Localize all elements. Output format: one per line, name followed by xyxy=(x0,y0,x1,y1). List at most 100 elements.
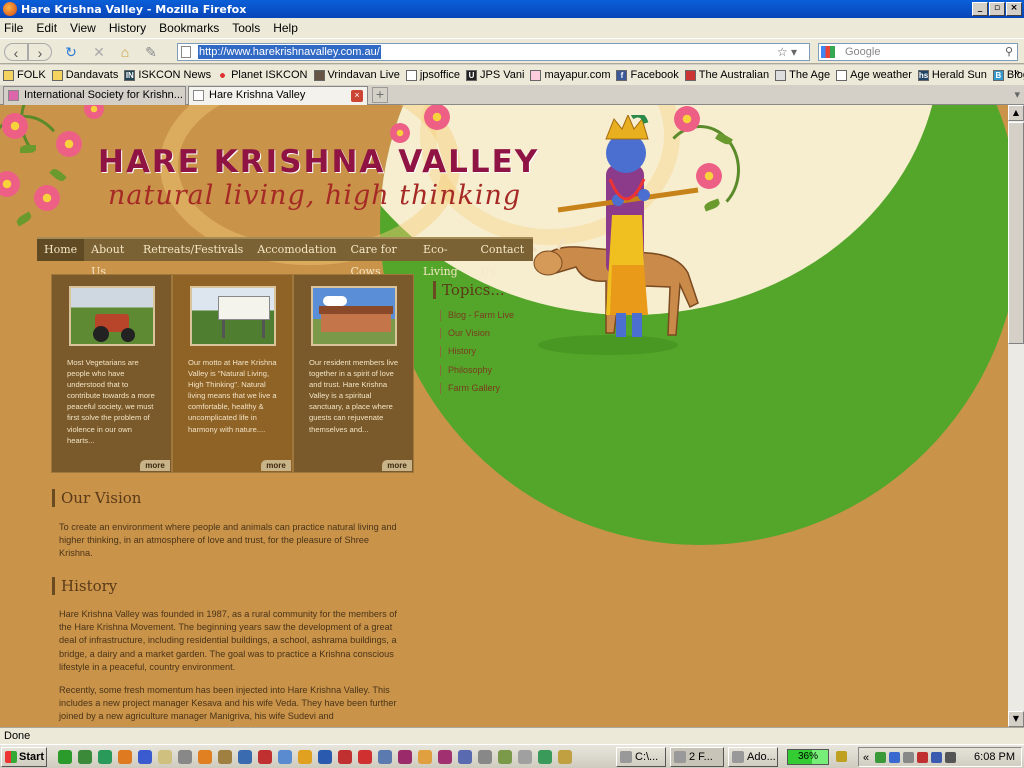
scroll-down-icon[interactable]: ▼ xyxy=(1008,711,1024,727)
tray-icon[interactable] xyxy=(931,752,942,763)
close-tab-icon[interactable]: × xyxy=(351,90,363,102)
minimize-button[interactable]: _ xyxy=(972,2,988,16)
app-icon[interactable] xyxy=(538,750,552,764)
building-photo[interactable] xyxy=(311,286,397,346)
nav-retreats-festivals[interactable]: Retreats/Festivals xyxy=(136,239,250,261)
bookmark-mayapur[interactable]: mayapur.com xyxy=(530,69,610,81)
menu-history[interactable]: History xyxy=(109,21,146,35)
search-box[interactable]: Google ⚲ xyxy=(818,43,1018,61)
tab-hare-krishna-valley[interactable]: Hare Krishna Valley × xyxy=(188,86,368,105)
vertical-scrollbar[interactable]: ▲ ▼ xyxy=(1008,105,1024,727)
more-link[interactable]: more xyxy=(261,460,291,471)
back-button[interactable]: ‹ xyxy=(4,43,28,61)
nav-care-for-cows[interactable]: Care for Cows xyxy=(344,239,417,278)
arrow-icon[interactable] xyxy=(98,750,112,764)
lightroom-icon[interactable] xyxy=(458,750,472,764)
topic-our-vision[interactable]: Our Vision xyxy=(440,328,490,339)
scroll-up-icon[interactable]: ▲ xyxy=(1008,105,1024,121)
search-icon[interactable]: ⚲ xyxy=(1005,44,1013,60)
folder-icon[interactable] xyxy=(298,750,312,764)
app-icon[interactable] xyxy=(558,750,572,764)
bookmark-dandavats[interactable]: Dandavats xyxy=(51,69,118,81)
download-icon[interactable] xyxy=(198,750,212,764)
topic-history[interactable]: History xyxy=(440,346,476,357)
maximize-button[interactable]: ▫ xyxy=(989,2,1005,16)
start-button[interactable]: Start xyxy=(1,747,47,767)
topic-blog-farm-live[interactable]: Blog - Farm Live xyxy=(440,310,514,321)
recycle-icon[interactable] xyxy=(78,750,92,764)
media-icon[interactable] xyxy=(258,750,272,764)
bookmark-facebook[interactable]: f Facebook xyxy=(616,69,679,81)
pencil-icon[interactable] xyxy=(218,750,232,764)
tab-iskcon[interactable]: International Society for Krishn... xyxy=(3,86,186,105)
scroll-thumb[interactable] xyxy=(1008,122,1024,344)
play-icon[interactable] xyxy=(58,750,72,764)
url-bar[interactable]: http://www.harekrishnavalley.com.au/ ☆ ▾ xyxy=(177,43,810,61)
home-icon[interactable]: ⌂ xyxy=(116,43,134,61)
topic-farm-gallery[interactable]: Farm Gallery xyxy=(440,383,500,394)
bookmark-the-australian[interactable]: The Australian xyxy=(684,69,769,81)
tools-icon[interactable]: ✎ xyxy=(142,43,160,61)
window-title-bar[interactable]: Hare Krishna Valley - Mozilla Firefox _ … xyxy=(0,0,1024,18)
tray-expand-icon[interactable]: « xyxy=(863,752,874,764)
bookmarks-overflow-icon[interactable]: » xyxy=(1014,67,1020,79)
menu-edit[interactable]: Edit xyxy=(36,21,57,35)
app-icon[interactable] xyxy=(418,750,432,764)
gear-icon[interactable] xyxy=(498,750,512,764)
bookmark-iskcon-news[interactable]: IN ISKCON News xyxy=(124,69,211,81)
new-tab-button[interactable]: + xyxy=(372,87,388,103)
firefox-icon[interactable] xyxy=(118,750,132,764)
forward-button[interactable]: › xyxy=(28,43,52,61)
nav-home[interactable]: Home xyxy=(37,239,85,261)
bookmark-jps-vani[interactable]: U JPS Vani xyxy=(466,69,524,81)
close-button[interactable]: × xyxy=(1006,2,1022,16)
bookmark-herald-sun[interactable]: hs Herald Sun xyxy=(917,69,987,81)
tool-icon[interactable] xyxy=(178,750,192,764)
acrobat-icon[interactable] xyxy=(358,750,372,764)
disc-icon[interactable] xyxy=(238,750,252,764)
cursor-icon[interactable] xyxy=(158,750,172,764)
bookmark-the-age[interactable]: The Age xyxy=(775,69,830,81)
notepad-icon[interactable] xyxy=(478,750,492,764)
nav-accomodation[interactable]: Accomodation xyxy=(250,239,343,261)
tractor-photo[interactable] xyxy=(69,286,155,346)
more-link[interactable]: more xyxy=(140,460,170,471)
menu-view[interactable]: View xyxy=(70,21,96,35)
bookmark-folk[interactable]: FOLK xyxy=(3,69,46,81)
mail-icon[interactable] xyxy=(278,750,292,764)
usb-icon[interactable] xyxy=(945,752,956,763)
app-icon[interactable] xyxy=(438,750,452,764)
menu-tools[interactable]: Tools xyxy=(232,21,260,35)
word-icon[interactable] xyxy=(318,750,332,764)
more-link[interactable]: more xyxy=(382,460,412,471)
bookmark-planet-iskcon[interactable]: Planet ISKCON xyxy=(217,69,308,81)
reload-icon[interactable]: ↻ xyxy=(62,43,80,61)
bookmark-star-icon[interactable]: ☆ ▾ xyxy=(777,44,797,60)
nav-about-us[interactable]: About Us xyxy=(84,239,136,278)
tray-icon[interactable] xyxy=(875,752,886,763)
menu-help[interactable]: Help xyxy=(273,21,298,35)
taskbar-adobe-button[interactable]: Ado... xyxy=(728,747,778,767)
taskbar-firefox-button[interactable]: 2 F... xyxy=(670,747,724,767)
nav-eco-living[interactable]: Eco-Living xyxy=(416,239,473,278)
access-icon[interactable] xyxy=(338,750,352,764)
nav-contact-us[interactable]: Contact Us xyxy=(473,239,533,278)
volume-icon[interactable] xyxy=(903,752,914,763)
battery-icon[interactable] xyxy=(836,751,847,762)
menu-file[interactable]: File xyxy=(4,21,23,35)
indesign-icon[interactable] xyxy=(398,750,412,764)
bookmark-vrindavan-live[interactable]: Vrindavan Live xyxy=(313,69,400,81)
photo-icon[interactable] xyxy=(378,750,392,764)
bookmark-jpsoffice[interactable]: jpsoffice xyxy=(405,69,460,81)
security-icon[interactable] xyxy=(917,752,928,763)
sign-photo[interactable] xyxy=(190,286,276,346)
clock[interactable]: 6:08 PM xyxy=(974,748,1015,766)
bookmark-age-weather[interactable]: Age weather xyxy=(836,69,912,81)
printer-icon[interactable] xyxy=(518,750,532,764)
topic-philosophy[interactable]: Philosophy xyxy=(440,365,492,376)
tab-list-icon[interactable]: ▾ xyxy=(1014,88,1020,101)
menu-bookmarks[interactable]: Bookmarks xyxy=(159,21,219,35)
globe-icon[interactable] xyxy=(138,750,152,764)
network-icon[interactable] xyxy=(889,752,900,763)
stop-icon[interactable]: ✕ xyxy=(90,43,108,61)
